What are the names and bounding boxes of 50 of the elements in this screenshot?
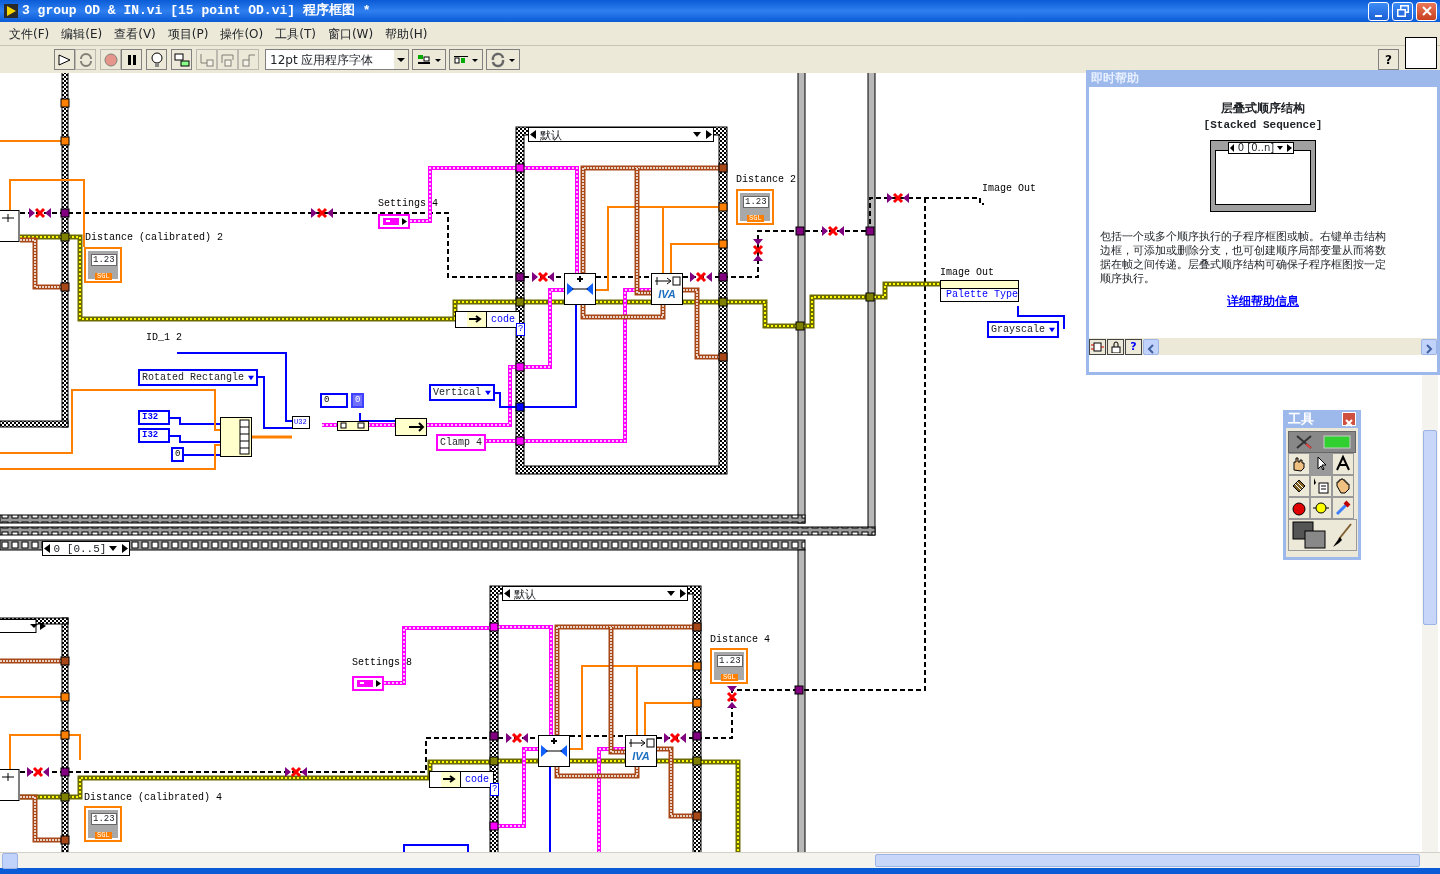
node-label: Distance 2 [736,174,796,186]
enum-constant[interactable]: Rotated Rectangle [138,369,258,386]
indicator-value: 1.23 [91,254,117,266]
numeric-constant: 0 [171,447,185,462]
case-selector[interactable]: 默认 [528,127,714,142]
help-heading: 层叠式顺序结构 [1220,100,1306,117]
indicator-value: 1.23 [717,655,743,667]
menu-item[interactable]: 操作(O) [214,22,270,45]
subvi-node: IVA [625,735,657,767]
string-constant: Clamp 4 [436,434,486,451]
selector-terminal: ? [516,323,526,336]
window-title: 工具 [1288,410,1314,428]
font-dropdown[interactable]: 12pt 应用程序字体 [265,49,409,70]
property-node: Palette Type [940,280,1019,302]
case-selector[interactable]: 默认 [502,586,688,601]
window-title: 3 group OD & IN.vi [15 point OD.vi] 程序框图 * [22,1,371,21]
menu-item[interactable]: 编辑(E) [55,22,109,45]
sequence-selector: 0 [0..n] [1228,141,1294,154]
node-label: Image Out [940,267,994,279]
window-title: 即时帮助 [1089,70,1437,87]
menu-item[interactable]: 文件(F) [3,22,56,45]
menu-item[interactable]: 帮助(H) [379,22,434,45]
node-label: Settings 4 [378,198,438,210]
selector-terminal: ? [490,783,500,796]
node-label: Distance (calibrated) 4 [84,792,223,804]
sequence-selector[interactable]: 0 [0..5] [42,541,130,556]
node-label: Distance (calibrated) 2 [85,232,224,244]
help-subheading: [Stacked Sequence] [1202,118,1324,133]
numeric-constant: 0 [351,393,365,408]
indicator-value: 1.23 [91,813,117,825]
indicator-value: 1.23 [743,196,769,208]
menu-item[interactable]: 项目(P) [161,22,215,45]
help-button[interactable]: ? [1125,338,1142,355]
dropdown-value: 12pt 应用程序字体 [270,51,374,69]
menu-item[interactable]: 窗口(W) [321,22,380,45]
menu-item[interactable]: 工具(T) [269,22,322,45]
node-label: Settings 8 [352,657,412,669]
node-label: Image Out [982,183,1036,195]
numeric-terminal: I32 [138,410,170,425]
subvi-node: IVA [651,273,683,305]
node-label: ID_1 2 [146,332,182,344]
help-link[interactable]: 详细帮助信息 [1227,291,1299,310]
numeric-terminal: I32 [138,428,170,443]
help-description: 包括一个或多个顺序执行的子程序框图或帧。右键单击结构边框，可添加或删除分支，也可创建顺序局部变量从而将数据在帧之间传递。层叠式顺序结构可确保子程序框图按一定顺序执行。 [1100,229,1387,286]
menu-item[interactable]: 查看(V) [108,22,162,45]
numeric-constant: 0 [320,393,348,408]
help-button[interactable]: ? [1378,49,1399,70]
enum-constant[interactable]: Grayscale [987,321,1059,338]
enum-constant[interactable]: Vertical [429,384,495,401]
node-label: Distance 4 [710,634,770,646]
